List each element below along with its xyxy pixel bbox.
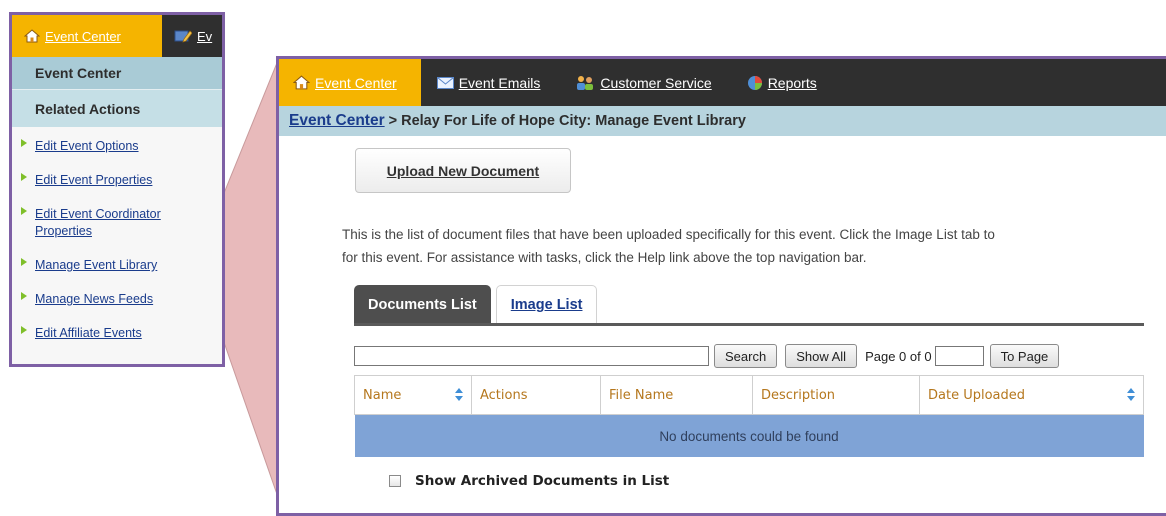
action-manage-event-library[interactable]: Manage Event Library [12, 254, 222, 277]
action-edit-event-properties[interactable]: Edit Event Properties [12, 169, 222, 192]
arrow-bullet-icon [21, 139, 27, 147]
column-date-uploaded[interactable]: Date Uploaded [919, 375, 1144, 415]
page-number-input[interactable] [934, 346, 984, 366]
show-archived-option[interactable]: Show Archived Documents in List [389, 473, 669, 489]
action-label: Edit Event Options [35, 139, 139, 153]
column-file-name: File Name [600, 375, 753, 415]
arrow-bullet-icon [21, 173, 27, 181]
column-file-name-label: File Name [609, 387, 674, 403]
left-nav-event-center[interactable]: Event Center [12, 15, 162, 57]
table-header-row: Name Actions File Name Description Date … [354, 375, 1144, 415]
search-button[interactable]: Search [714, 344, 778, 368]
action-label: Edit Event Properties [35, 173, 153, 187]
table-row: No documents could be found [354, 414, 1144, 457]
envelope-icon [436, 76, 454, 89]
search-input[interactable] [354, 346, 709, 366]
email-edit-icon [174, 30, 192, 43]
nav-event-center[interactable]: Event Center [279, 59, 421, 106]
search-toolbar: Search Show All Page 0 of 0 To Page [354, 344, 1067, 368]
column-description: Description [752, 375, 920, 415]
show-all-button[interactable]: Show All [785, 344, 858, 368]
to-page-button[interactable]: To Page [989, 344, 1060, 368]
people-icon [577, 75, 594, 90]
column-name-label: Name [363, 387, 402, 403]
sort-icon[interactable] [455, 388, 463, 402]
home-icon [293, 75, 310, 90]
left-nav-event-emails-label: Ev [197, 28, 213, 44]
left-zoom-panel: Event Center Ev Event Center Related Act… [9, 12, 225, 367]
documents-table: Name Actions File Name Description Date … [354, 375, 1144, 457]
top-navigation-bar: Event Center Event Emails Customer Servi… [279, 59, 1166, 106]
nav-customer-service[interactable]: Customer Service [559, 59, 730, 106]
action-manage-news-feeds[interactable]: Manage News Feeds [12, 288, 222, 311]
tab-image-list-label: Image List [510, 297, 583, 313]
library-tabs: Documents List Image List [354, 285, 598, 324]
description-line-2: for this event. For assistance with task… [342, 250, 867, 265]
nav-reports[interactable]: Reports [731, 59, 836, 106]
column-actions: Actions [471, 375, 601, 415]
arrow-bullet-icon [21, 207, 27, 215]
breadcrumb-event-center-link[interactable]: Event Center [289, 112, 385, 130]
upload-new-document-label: Upload New Document [386, 162, 540, 179]
pie-chart-icon [747, 75, 762, 90]
column-date-uploaded-label: Date Uploaded [928, 387, 1026, 403]
show-archived-checkbox[interactable] [389, 475, 401, 487]
related-actions-header: Related Actions [12, 89, 222, 127]
nav-event-emails[interactable]: Event Emails [421, 59, 560, 106]
main-zoom-panel: Event Center Event Emails Customer Servi… [276, 56, 1166, 516]
action-edit-event-coordinator-properties[interactable]: Edit Event Coordinator Properties [12, 203, 222, 243]
arrow-bullet-icon [21, 326, 27, 334]
tab-divider [354, 323, 1144, 326]
breadcrumb: Event Center > Relay For Life of Hope Ci… [279, 106, 1166, 136]
left-nav-event-emails[interactable]: Ev [162, 15, 212, 57]
nav-event-emails-label: Event Emails [458, 74, 541, 91]
column-actions-label: Actions [480, 387, 528, 403]
arrow-bullet-icon [21, 292, 27, 300]
home-icon [24, 29, 40, 43]
description-line-1: This is the list of document files that … [342, 227, 995, 242]
breadcrumb-current-page: Relay For Life of Hope City: Manage Even… [401, 113, 746, 129]
page-indicator: Page 0 of 0 [865, 348, 932, 364]
nav-reports-label: Reports [767, 74, 817, 91]
action-label: Manage News Feeds [35, 292, 154, 306]
show-archived-label: Show Archived Documents in List [415, 473, 670, 489]
left-nav-event-center-label: Event Center [45, 28, 121, 44]
nav-event-center-label: Event Center [315, 74, 397, 91]
nav-customer-service-label: Customer Service [600, 74, 712, 91]
tab-documents-list[interactable]: Documents List [354, 285, 491, 324]
page-description: This is the list of document files that … [342, 223, 1166, 269]
left-panel-header: Event Center [12, 57, 222, 89]
action-label: Manage Event Library [35, 258, 158, 272]
upload-new-document-button[interactable]: Upload New Document [355, 148, 571, 193]
action-edit-affiliate-events[interactable]: Edit Affiliate Events [12, 322, 222, 345]
left-top-nav: Event Center Ev [12, 15, 222, 57]
empty-table-message: No documents could be found [354, 414, 1144, 457]
action-label: Edit Affiliate Events [35, 326, 142, 340]
action-label: Edit Event Coordinator Properties [35, 207, 161, 238]
column-name[interactable]: Name [354, 375, 472, 415]
breadcrumb-separator: > [388, 113, 398, 129]
arrow-bullet-icon [21, 258, 27, 266]
column-description-label: Description [761, 387, 836, 403]
action-edit-event-options[interactable]: Edit Event Options [12, 135, 222, 158]
related-actions-list: Edit Event Options Edit Event Properties… [12, 127, 222, 345]
tab-image-list[interactable]: Image List [495, 285, 598, 324]
sort-icon[interactable] [1127, 388, 1135, 402]
